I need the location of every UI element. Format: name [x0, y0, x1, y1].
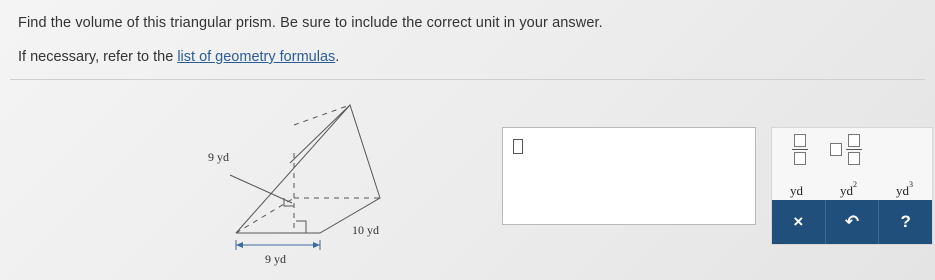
label-base: 9 yd — [265, 252, 286, 266]
help-line: If necessary, refer to the list of geome… — [18, 49, 339, 65]
fraction-button[interactable] — [792, 134, 808, 165]
mixed-number-button[interactable] — [830, 134, 862, 165]
clear-icon: × — [793, 212, 804, 231]
help-button[interactable]: ? — [878, 200, 932, 244]
unit-yd3-exp: 3 — [909, 180, 913, 189]
numerator-box-icon — [794, 134, 806, 147]
question-text: Find the volume of this triangular prism… — [18, 15, 603, 31]
label-height: 9 yd — [208, 150, 229, 164]
undo-button[interactable]: ↶ — [824, 200, 879, 244]
fraction-bar-icon — [792, 149, 808, 150]
unit-yd2-button[interactable]: yd2 — [840, 180, 857, 199]
help-icon: ? — [900, 212, 911, 231]
help-prefix: If necessary, refer to the — [18, 49, 178, 65]
prism-figure: 9 yd 10 yd 9 yd — [208, 104, 381, 266]
answer-input[interactable] — [513, 139, 523, 154]
geometry-formulas-link[interactable]: list of geometry formulas — [177, 49, 335, 65]
answer-keypad: yd yd2 yd3 × ↶ ? — [771, 127, 933, 245]
unit-yd2-base: yd — [840, 183, 853, 198]
denominator-box-icon — [794, 152, 806, 165]
unit-yd-label: yd — [790, 183, 803, 198]
clear-button[interactable]: × — [772, 200, 825, 244]
unit-yd3-button[interactable]: yd3 — [896, 180, 913, 199]
unit-yd2-exp: 2 — [853, 180, 857, 189]
unit-yd3-base: yd — [896, 183, 909, 198]
whole-box-icon — [830, 143, 842, 156]
divider — [10, 79, 925, 80]
unit-yd-button[interactable]: yd — [790, 183, 803, 199]
mixed-fraction-icon — [846, 134, 862, 165]
prism-height-line — [229, 174, 293, 204]
help-suffix: . — [335, 49, 340, 65]
label-length: 10 yd — [352, 223, 379, 237]
prism-slant-edge — [289, 104, 351, 164]
keypad-action-bar: × ↶ ? — [772, 200, 932, 244]
undo-icon: ↶ — [844, 212, 860, 231]
answer-area[interactable] — [502, 127, 756, 225]
prism-front-edge — [235, 104, 381, 234]
